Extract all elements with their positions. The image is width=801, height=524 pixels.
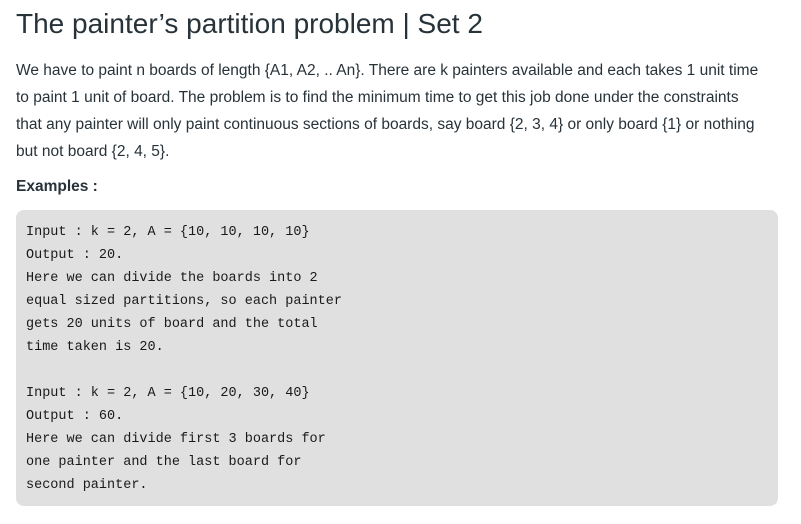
page-title: The painter’s partition problem | Set 2 <box>16 8 483 39</box>
code-line: Input : k = 2, A = {10, 20, 30, 40} <box>26 386 310 401</box>
problem-description: We have to paint n boards of length {A1,… <box>16 57 778 165</box>
code-line: Output : 20. <box>26 248 124 263</box>
examples-heading: Examples : <box>16 178 98 195</box>
description-line: to paint 1 unit of board. The problem is… <box>16 89 739 106</box>
description-line: that any painter will only paint continu… <box>16 116 755 133</box>
examples-code-block: Input : k = 2, A = {10, 10, 10, 10} Outp… <box>16 210 778 506</box>
code-line: second painter. <box>26 478 148 493</box>
code-line: equal sized partitions, so each painter <box>26 294 342 309</box>
code-line: Input : k = 2, A = {10, 10, 10, 10} <box>26 225 310 240</box>
code-line: gets 20 units of board and the total <box>26 317 318 332</box>
description-line: but not board {2, 4, 5}. <box>16 143 170 160</box>
code-line: one painter and the last board for <box>26 455 302 470</box>
code-line: Output : 60. <box>26 409 124 424</box>
code-line: time taken is 20. <box>26 340 164 355</box>
code-line: Here we can divide first 3 boards for <box>26 432 326 447</box>
code-line: Here we can divide the boards into 2 <box>26 271 318 286</box>
description-line: We have to paint n boards of length {A1,… <box>16 62 759 79</box>
